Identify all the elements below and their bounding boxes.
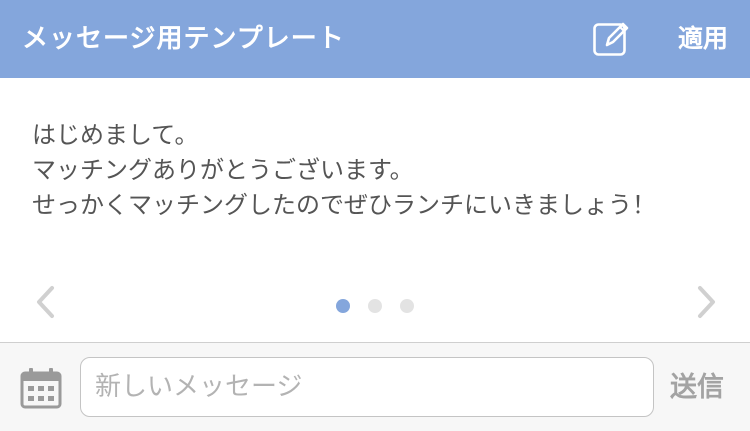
calendar-icon	[20, 368, 62, 409]
chevron-right-icon	[698, 286, 715, 318]
new-message-input[interactable]	[80, 357, 654, 417]
pager-dot-2[interactable]	[368, 299, 382, 313]
template-message-text: はじめまして。 マッチングありがとうございます。 せっかくマッチングしたのでぜひ…	[32, 121, 656, 219]
apply-button[interactable]: 適用	[678, 0, 728, 78]
template-screen: メッセージ用テンプレート 適用 はじめまして。 マッチングありがとうございます。…	[0, 0, 750, 431]
message-composer: 送信	[0, 342, 750, 431]
calendar-button[interactable]	[20, 367, 62, 409]
chevron-left-icon	[37, 286, 54, 318]
pager-dot-3[interactable]	[400, 299, 414, 313]
page-title: メッセージ用テンプレート	[22, 24, 345, 54]
edit-template-button[interactable]	[592, 20, 632, 58]
next-template-button[interactable]	[690, 284, 720, 320]
header-bar: メッセージ用テンプレート 適用	[0, 0, 750, 78]
template-pager	[336, 299, 414, 313]
previous-template-button[interactable]	[32, 284, 62, 320]
template-preview: はじめまして。 マッチングありがとうございます。 せっかくマッチングしたのでぜひ…	[0, 78, 750, 342]
edit-note-icon	[593, 22, 629, 56]
pager-dot-1[interactable]	[336, 299, 350, 313]
send-button[interactable]: 送信	[670, 343, 724, 431]
